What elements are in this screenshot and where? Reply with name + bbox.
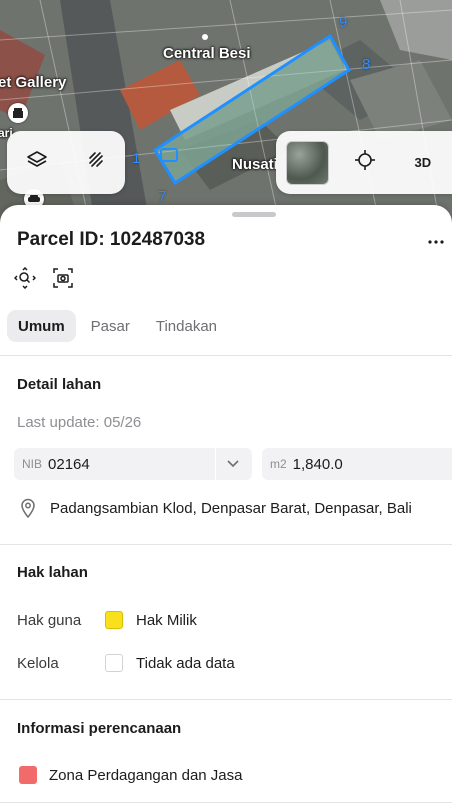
hak-guna-color-swatch: [105, 611, 123, 629]
sheet-drag-handle[interactable]: [232, 212, 276, 217]
draw-button[interactable]: [66, 131, 125, 194]
section-title-rights: Hak lahan: [17, 564, 88, 581]
more-options-button[interactable]: [424, 230, 448, 250]
divider: [0, 544, 452, 545]
camera-icon: [52, 267, 74, 294]
satellite-toggle-thumbnail[interactable]: [286, 140, 330, 185]
locate-button[interactable]: [335, 131, 393, 194]
zone-label: Zona Perdagangan dan Jasa: [49, 767, 243, 784]
screenshot-button[interactable]: [52, 267, 74, 294]
tab-tindakan[interactable]: Tindakan: [145, 310, 228, 342]
layers-icon: [26, 149, 48, 176]
parcel-vertex-label: 8: [362, 56, 371, 73]
divider: [0, 802, 452, 803]
last-update-text: Last update: 05/26: [17, 414, 142, 431]
detail-tabs: Umum Pasar Tindakan: [7, 310, 228, 342]
map-pin-icon: [17, 498, 39, 518]
page-title: Parcel ID: 102487038: [17, 229, 206, 250]
poi-shop-icon[interactable]: [8, 103, 28, 123]
section-title-detail: Detail lahan: [17, 376, 102, 393]
area-field[interactable]: m2 1,840.0: [262, 448, 452, 480]
nib-prefix: NIB: [22, 457, 43, 471]
map-tools-panel: [7, 131, 125, 194]
parcel-vertex-label: 7: [158, 188, 167, 205]
address-row: Padangsambian Klod, Denpasar Barat, Denp…: [17, 498, 412, 518]
parcel-detail-sheet: Parcel ID: 102487038 Umum Pasar Tindakan…: [0, 205, 452, 804]
layers-button[interactable]: [7, 131, 66, 194]
tab-pasar[interactable]: Pasar: [80, 310, 141, 342]
hak-guna-label: Hak guna: [17, 612, 82, 629]
zoom-search-icon: [13, 266, 37, 294]
nib-value: 02164: [48, 455, 90, 473]
nib-dropdown-button[interactable]: [222, 454, 244, 474]
map-label-gallery: et Gallery: [0, 74, 67, 91]
map-label-central-besi: Central Besi: [163, 45, 251, 62]
divider: [0, 355, 452, 356]
kelola-color-swatch: [105, 654, 123, 672]
divider: [0, 699, 452, 700]
more-dots-icon: [428, 231, 444, 249]
kelola-label: Kelola: [17, 655, 59, 672]
parcel-vertex-label: 1: [132, 150, 141, 167]
squiggle-icon: [85, 149, 107, 176]
parcel-vertex-label: 9: [339, 14, 348, 31]
3d-toggle-button[interactable]: 3D: [394, 131, 452, 194]
map-view-panel: 3D: [276, 131, 452, 194]
nib-field[interactable]: NIB 02164: [14, 448, 252, 480]
zone-color-swatch: [19, 766, 37, 784]
hak-guna-value: Hak Milik: [136, 612, 197, 629]
crosshair-icon: [354, 149, 376, 176]
address-text: Padangsambian Klod, Denpasar Barat, Denp…: [50, 499, 412, 517]
map-view[interactable]: Central Besi et Gallery Nusati ari 1 7 8…: [0, 0, 452, 225]
tab-umum[interactable]: Umum: [7, 310, 76, 342]
map-label-nusa: Nusati: [232, 156, 278, 173]
zoom-to-parcel-button[interactable]: [13, 266, 37, 294]
section-title-planning: Informasi perencanaan: [17, 720, 182, 737]
divider: [215, 448, 216, 480]
area-value: 1,840.0: [292, 455, 343, 473]
chevron-down-icon: [227, 455, 239, 473]
area-prefix: m2: [270, 457, 287, 471]
kelola-value: Tidak ada data: [136, 655, 235, 672]
